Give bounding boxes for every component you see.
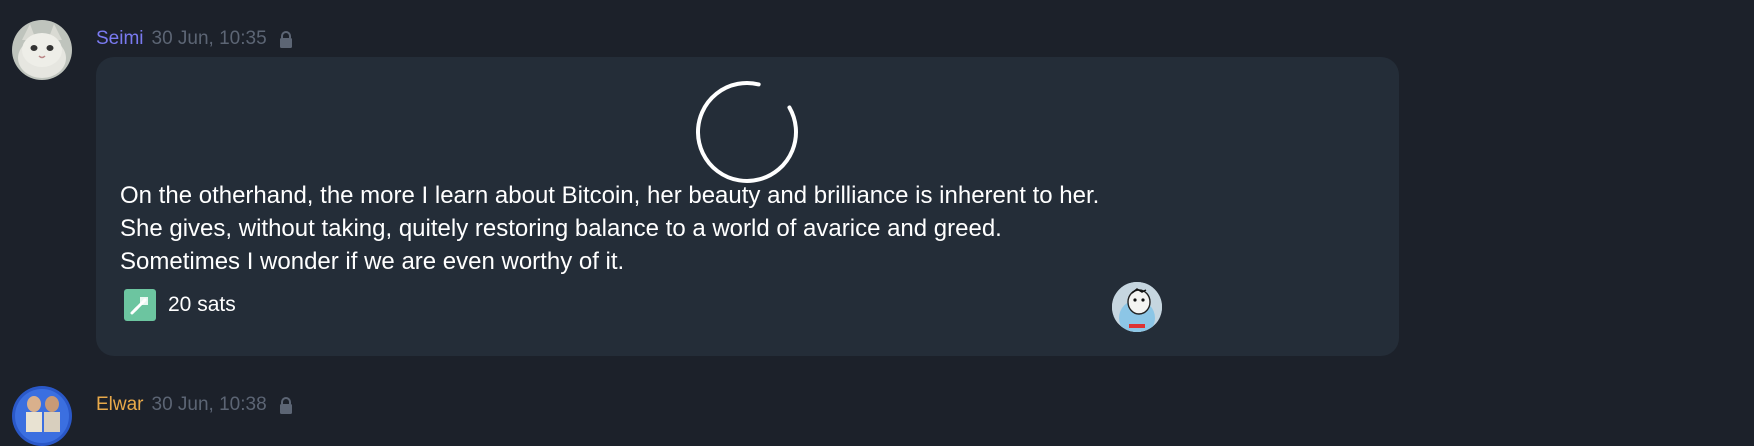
message-header: Seimi 30 Jun, 10:35 [96, 28, 293, 50]
message-line: Sometimes I wonder if we are even worthy… [120, 248, 625, 275]
message-header: Elwar 30 Jun, 10:38 [96, 394, 293, 416]
message-bubble: On the otherhand, the more I learn about… [96, 57, 1399, 356]
message-line: She gives, without taking, quitely resto… [120, 215, 1002, 242]
message-text: On the otherhand, the more I learn about… [120, 179, 1320, 278]
lock-icon [279, 30, 293, 48]
cat-avatar-icon [12, 20, 72, 80]
loading-spinner-icon [694, 79, 800, 190]
timestamp: 30 Jun, 10:38 [151, 394, 267, 415]
zap-summary[interactable]: 20 sats [124, 289, 236, 321]
zap-icon [124, 289, 156, 321]
author-name[interactable]: Seimi [96, 28, 144, 50]
zap-amount: 20 sats [168, 293, 236, 316]
avatar-seimi[interactable] [12, 20, 72, 80]
lock-icon [279, 396, 293, 414]
elwar-avatar-icon [12, 386, 72, 446]
message-line: On the otherhand, the more I learn about… [120, 182, 1100, 209]
avatar-elwar[interactable] [12, 386, 72, 446]
reactor-avatar-icon [1112, 282, 1162, 332]
timestamp: 30 Jun, 10:35 [151, 28, 267, 49]
author-name[interactable]: Elwar [96, 394, 144, 416]
reactor-avatar[interactable] [1112, 282, 1162, 332]
